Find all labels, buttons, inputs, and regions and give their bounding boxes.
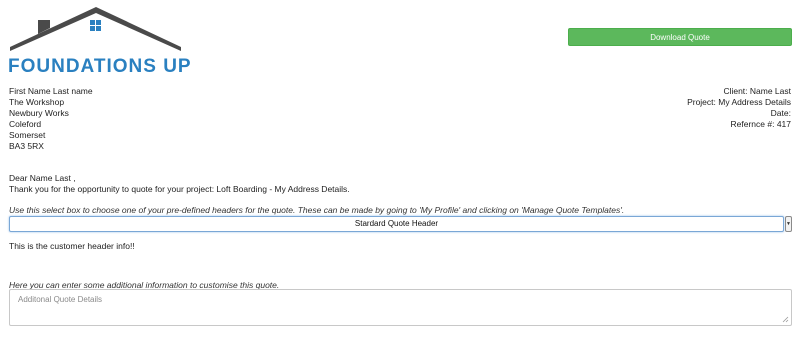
quote-meta: Client: Name Last Project: My Address De…: [687, 86, 791, 130]
download-quote-button[interactable]: Download Quote: [568, 28, 792, 46]
address-line: Newbury Works: [9, 108, 69, 118]
address-line: The Workshop: [9, 97, 65, 107]
quote-header-select[interactable]: Stardard Quote Header ▼: [9, 216, 792, 232]
house-roof-icon: [10, 7, 181, 51]
additional-details-textarea[interactable]: Additonal Quote Details: [9, 289, 792, 326]
client-label: Client: Name Last: [723, 86, 791, 96]
salutation: Dear Name Last ,: [9, 173, 76, 183]
chevron-down-icon[interactable]: ▼: [785, 216, 792, 232]
quote-header-select-value[interactable]: Stardard Quote Header: [9, 216, 784, 232]
customer-address: First Name Last name The Workshop Newbur…: [9, 86, 93, 152]
company-logo: FOUNDATIONS UP: [8, 4, 191, 76]
address-line: BA3 5RX: [9, 141, 44, 151]
address-line: First Name Last name: [9, 86, 93, 96]
customer-header-info: This is the customer header info!!: [9, 241, 135, 251]
address-line: Somerset: [9, 130, 46, 140]
thanks-text: Thank you for the opportunity to quote f…: [9, 184, 350, 194]
date-label: Date:: [770, 108, 791, 118]
address-line: Coleford: [9, 119, 42, 129]
header-select-hint: Use this select box to choose one of you…: [9, 205, 625, 215]
project-label: Project: My Address Details: [687, 97, 791, 107]
resize-handle-icon[interactable]: [782, 316, 789, 323]
letter-greeting: Dear Name Last , Thank you for the oppor…: [9, 173, 350, 195]
reference-label: Refernce #: 417: [730, 119, 791, 129]
textarea-placeholder: Additonal Quote Details: [18, 295, 103, 304]
company-name: FOUNDATIONS UP: [8, 56, 192, 77]
